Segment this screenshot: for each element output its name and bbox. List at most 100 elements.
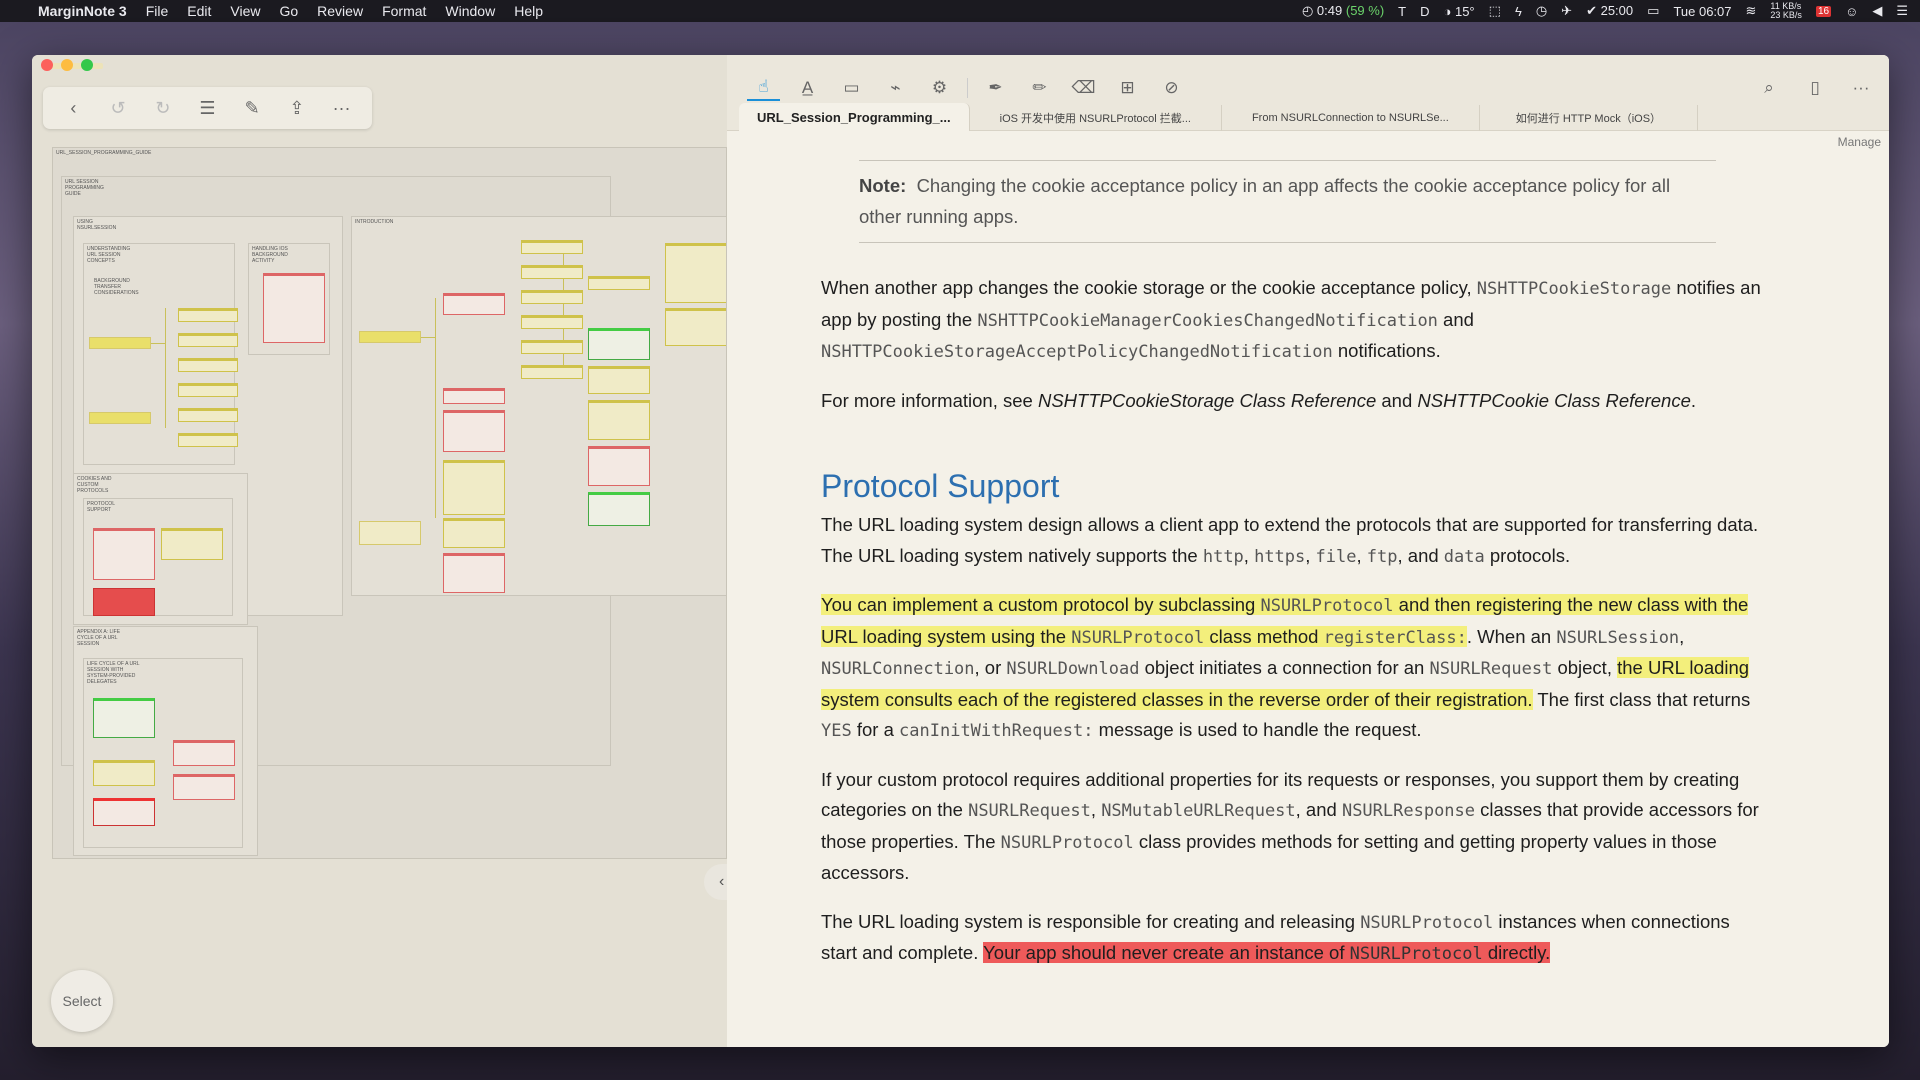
document-content[interactable]: Note: Changing the cookie acceptance pol… — [821, 160, 1761, 970]
mindmap-card[interactable] — [443, 518, 505, 548]
redo-icon[interactable]: ↻ — [150, 95, 176, 121]
link-cookie-ref[interactable]: NSHTTPCookie Class Reference — [1417, 390, 1690, 411]
menu-go[interactable]: Go — [279, 3, 298, 19]
paragraph-lifecycle: The URL loading system is responsible fo… — [821, 910, 1730, 965]
screenshot-menu-icon[interactable]: ⬚ — [1489, 3, 1501, 19]
display-icon[interactable]: D — [1420, 4, 1429, 19]
mindmap-card[interactable] — [93, 528, 155, 580]
mindmap-node[interactable]: BACKGROUND TRANSFER CONSIDERATIONS — [91, 276, 161, 306]
mindmap-card[interactable] — [93, 760, 155, 786]
mindmap-card[interactable] — [588, 492, 650, 526]
status-timer[interactable]: ◴ 0:49 (59 %) — [1302, 3, 1384, 19]
mindmap-card[interactable] — [588, 446, 650, 486]
user-icon[interactable]: ☺ — [1845, 4, 1858, 19]
menu-edit[interactable]: Edit — [187, 3, 211, 19]
mindmap-card[interactable] — [173, 774, 235, 800]
calendar-icon[interactable]: 16 — [1815, 5, 1832, 17]
highlight-icon[interactable]: A̲ — [791, 75, 824, 101]
typeface-icon[interactable]: T — [1398, 4, 1406, 19]
minimize-window-button[interactable] — [61, 59, 73, 71]
mindmap-card[interactable] — [263, 273, 325, 343]
mindmap-card[interactable] — [93, 698, 155, 738]
mindmap-card[interactable] — [521, 290, 583, 304]
mindmap-card[interactable] — [359, 521, 421, 545]
pin-icon[interactable]: ✈ — [1561, 3, 1572, 19]
textbox-icon[interactable]: ⊞ — [1111, 75, 1144, 101]
mindmap-card[interactable] — [588, 328, 650, 360]
close-window-button[interactable] — [41, 59, 53, 71]
mindmap-card[interactable] — [521, 265, 583, 279]
menu-window[interactable]: Window — [445, 3, 495, 19]
mindmap-card[interactable] — [521, 240, 583, 254]
mindmap-card[interactable] — [665, 243, 726, 303]
clock-icon[interactable]: ◷ — [1536, 3, 1547, 19]
mindmap-card[interactable] — [178, 383, 238, 397]
mindmap-card[interactable] — [443, 460, 505, 515]
mindmap-card[interactable] — [173, 740, 235, 766]
more-options-icon[interactable]: ··· — [1847, 75, 1875, 101]
zoom-window-button[interactable] — [81, 59, 93, 71]
tab-url-session[interactable]: URL_Session_Programming_... — [739, 103, 970, 131]
select-button[interactable]: Select — [51, 970, 113, 1032]
mindmap-card[interactable] — [443, 388, 505, 404]
control-center-icon[interactable]: ☰ — [1896, 3, 1908, 19]
mindmap-card[interactable] — [178, 333, 238, 347]
outline-icon[interactable]: ☰ — [194, 95, 220, 121]
undo-icon[interactable]: ↺ — [105, 95, 131, 121]
wifi-icon[interactable]: ≋ — [1746, 3, 1757, 19]
mindmap-card[interactable] — [521, 315, 583, 329]
mindmap-card[interactable] — [443, 410, 505, 452]
mindmap-card[interactable] — [93, 798, 155, 826]
mindmap-card[interactable] — [178, 408, 238, 422]
back-icon[interactable]: ‹ — [60, 95, 86, 121]
mindmap-card[interactable] — [443, 553, 505, 593]
mindmap-card[interactable] — [588, 276, 650, 290]
marker-icon[interactable]: ✏ — [1023, 75, 1056, 101]
hand-icon[interactable]: ☝ — [747, 75, 780, 101]
mindmap-card[interactable] — [178, 358, 238, 372]
search-icon[interactable]: ⌕ — [1755, 75, 1783, 101]
volume-icon[interactable]: ◀ — [1872, 3, 1882, 19]
link-cookie-storage-ref[interactable]: NSHTTPCookieStorage Class Reference — [1038, 390, 1376, 411]
weather-status[interactable]: ◑ 15° — [1444, 4, 1475, 19]
tab-nsurlprotocol[interactable]: iOS 开发中使用 NSURLProtocol 拦截... — [970, 105, 1222, 131]
more-icon[interactable]: ··· — [329, 95, 355, 121]
rect-select-icon[interactable]: ▭ — [835, 75, 868, 101]
bookmark-icon[interactable]: ▯ — [1801, 75, 1829, 101]
mindmap-card[interactable] — [588, 400, 650, 440]
mindmap-card[interactable] — [178, 308, 238, 322]
mindmap-card[interactable] — [161, 528, 223, 560]
tab-nsurlconnection[interactable]: From NSURLConnection to NSURLSe... — [1222, 105, 1480, 131]
share-icon[interactable]: ⇪ — [284, 95, 310, 121]
mindmap-card[interactable] — [588, 366, 650, 394]
settings-icon[interactable]: ⊘ — [1155, 75, 1188, 101]
menu-review[interactable]: Review — [317, 3, 363, 19]
mindmap-card[interactable] — [521, 365, 583, 379]
lasso-icon[interactable]: ⌁ — [879, 75, 912, 101]
menu-help[interactable]: Help — [514, 3, 543, 19]
mindmap-card[interactable] — [521, 340, 583, 354]
pen-icon[interactable]: ✒ — [979, 75, 1012, 101]
mindmap-card[interactable] — [89, 337, 151, 349]
focus-timer[interactable]: ✔ 25:00 — [1586, 3, 1633, 19]
mindmap-card[interactable] — [443, 293, 505, 315]
manage-tabs-button[interactable]: Manage — [1838, 135, 1881, 149]
mindmap-card[interactable] — [93, 588, 155, 616]
menu-format[interactable]: Format — [382, 3, 426, 19]
menu-file[interactable]: File — [146, 3, 169, 19]
highlight-red[interactable]: Your app should never create an instance… — [983, 942, 1551, 964]
tab-http-mock[interactable]: 如何进行 HTTP Mock（iOS） — [1480, 105, 1699, 131]
edit-icon[interactable]: ✎ — [239, 95, 265, 121]
mindmap-card[interactable] — [178, 433, 238, 447]
menu-app-name[interactable]: MarginNote 3 — [38, 3, 127, 19]
battery-icon[interactable]: ▭ — [1647, 3, 1659, 19]
menu-view[interactable]: View — [230, 3, 260, 19]
mindmap-card[interactable] — [89, 412, 151, 424]
mindmap-card[interactable] — [359, 331, 421, 343]
eraser-icon[interactable]: ⌫ — [1067, 75, 1100, 101]
mindmap-canvas[interactable]: URL_SESSION_PROGRAMMING_GUIDE URL SESSIO… — [52, 147, 727, 859]
datetime[interactable]: Tue 06:07 — [1673, 4, 1731, 19]
mindmap-card[interactable] — [665, 308, 726, 346]
screenshot-icon[interactable]: ⚙ — [923, 75, 956, 101]
bolt-icon[interactable]: ϟ — [1515, 4, 1522, 19]
